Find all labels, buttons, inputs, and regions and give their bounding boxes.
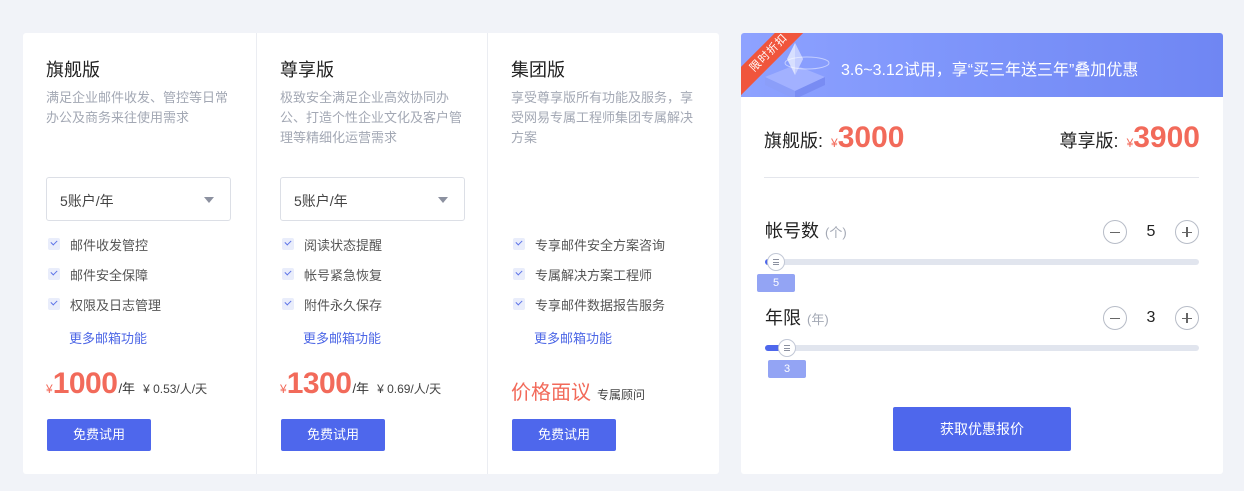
slider-value-bubble: 3: [768, 360, 806, 378]
get-quote-button[interactable]: 获取优惠报价: [893, 407, 1071, 451]
price-currency: ¥: [46, 382, 53, 396]
feature-label: 阅读状态提醒: [304, 238, 383, 253]
slider-thumb[interactable]: [778, 339, 796, 357]
price-unit: /年: [352, 381, 370, 396]
years-slider[interactable]: 3: [765, 339, 1199, 378]
feature-label: 附件永久保存: [304, 298, 383, 313]
years-label: 年限 (年): [765, 304, 829, 330]
quote-currency: ¥: [831, 136, 838, 150]
more-features-link[interactable]: 更多邮箱功能: [69, 328, 147, 347]
plan-description: 满足企业邮件收发、管控等日常办公及商务来往使用需求: [46, 90, 229, 125]
grip-icon: [784, 345, 790, 351]
quote-amount: 3000: [837, 121, 905, 154]
check-icon: [48, 268, 60, 280]
check-icon: [48, 298, 60, 310]
feature-label: 专享邮件安全方案咨询: [535, 238, 666, 253]
caret-down-icon: [204, 197, 214, 203]
plan-price: ¥1000/年 ¥ 0.53/人/天: [46, 367, 207, 401]
years-unit: (年): [807, 312, 829, 327]
slider-thumb[interactable]: [767, 253, 785, 271]
quote-summary: 旗舰版: ¥3000 尊享版: ¥3900: [764, 121, 1200, 161]
more-features-link[interactable]: 更多邮箱功能: [303, 328, 381, 347]
years-value: 3: [1146, 309, 1156, 326]
plan-price: ¥1300/年 ¥ 0.69/人/天: [280, 367, 441, 401]
check-icon: [282, 268, 294, 280]
check-icon: [282, 238, 294, 250]
plan-description: 极致安全满足企业高效协同办公、打造个性企业文化及客户管理等精细化运营需求: [280, 90, 463, 145]
caret-down-icon: [438, 197, 448, 203]
more-features-link[interactable]: 更多邮箱功能: [534, 328, 612, 347]
select-value: 5账户/年: [60, 193, 114, 209]
years-increment-button[interactable]: [1175, 306, 1199, 330]
feature-label: 邮件安全保障: [70, 268, 149, 283]
feature-label: 帐号紧急恢复: [304, 268, 383, 283]
exclusive-advisor-label: 专属顾问: [597, 388, 646, 402]
quote-label: 旗舰版:: [764, 131, 824, 151]
price-daily: ¥ 0.69/人/天: [377, 382, 442, 396]
feature-label: 权限及日志管理: [70, 298, 162, 313]
check-icon: [282, 298, 294, 310]
feature-label: 邮件收发管控: [70, 238, 149, 253]
price-daily: ¥ 0.53/人/天: [143, 382, 208, 396]
accounts-increment-button[interactable]: [1175, 220, 1199, 244]
free-trial-button[interactable]: 免费试用: [47, 419, 151, 451]
account-select[interactable]: 5账户/年: [280, 177, 465, 221]
years-decrement-button[interactable]: [1103, 306, 1127, 330]
plans-panel: 旗舰版 满足企业邮件收发、管控等日常办公及商务来往使用需求 5账户/年 邮件收发…: [23, 33, 719, 474]
plan-title: 旗舰版: [46, 60, 100, 80]
accounts-unit: (个): [825, 225, 847, 240]
account-select[interactable]: 5账户/年: [46, 177, 231, 221]
slider-value-bubble: 5: [757, 274, 795, 292]
accounts-value: 5: [1146, 223, 1156, 240]
plan-title: 集团版: [511, 60, 565, 80]
price-negotiable-label: 价格面议: [511, 382, 591, 404]
accounts-label-text: 帐号数: [765, 221, 819, 241]
years-label-text: 年限: [765, 308, 801, 328]
accounts-decrement-button[interactable]: [1103, 220, 1127, 244]
free-trial-button[interactable]: 免费试用: [512, 419, 616, 451]
check-icon: [513, 298, 525, 310]
promo-banner: 限时折扣 3.6~3.12试用，享“买三年送三年”叠加优惠: [741, 33, 1223, 97]
price-amount: 1000: [52, 367, 118, 400]
select-value: 5账户/年: [294, 193, 348, 209]
feature-label: 专享邮件数据报告服务: [535, 298, 666, 313]
plan-description: 享受尊享版所有功能及服务，享受网易专属工程师集团专属解决方案: [511, 90, 694, 145]
plan-group: 集团版 享受尊享版所有功能及服务，享受网易专属工程师集团专属解决方案 专享邮件安…: [487, 33, 719, 474]
accounts-label: 帐号数 (个): [765, 217, 847, 243]
plan-title: 尊享版: [280, 60, 334, 80]
feature-label: 专属解决方案工程师: [535, 268, 653, 283]
grip-icon: [773, 259, 779, 265]
free-trial-button[interactable]: 免费试用: [281, 419, 385, 451]
check-icon: [513, 268, 525, 280]
quote-premium: 尊享版: ¥3900: [1060, 121, 1200, 155]
check-icon: [48, 238, 60, 250]
price-negotiable: 价格面议 专属顾问: [511, 376, 645, 405]
plan-flagship: 旗舰版 满足企业邮件收发、管控等日常办公及商务来往使用需求 5账户/年 邮件收发…: [23, 33, 256, 474]
plan-premium: 尊享版 极致安全满足企业高效协同办公、打造个性企业文化及客户管理等精细化运营需求…: [256, 33, 487, 474]
accounts-slider[interactable]: 5: [757, 253, 1199, 292]
divider: [764, 177, 1199, 178]
price-unit: /年: [118, 381, 136, 396]
quote-flagship: 旗舰版: ¥3000: [764, 121, 904, 155]
quote-amount: 3900: [1133, 121, 1200, 154]
price-amount: 1300: [286, 367, 352, 400]
price-currency: ¥: [280, 382, 287, 396]
promo-text: 3.6~3.12试用，享“买三年送三年”叠加优惠: [841, 62, 1139, 79]
check-icon: [513, 238, 525, 250]
price-calculator: 限时折扣 3.6~3.12试用，享“买三年送三年”叠加优惠 旗舰版: ¥3000 …: [741, 33, 1223, 474]
quote-label: 尊享版:: [1059, 131, 1119, 151]
